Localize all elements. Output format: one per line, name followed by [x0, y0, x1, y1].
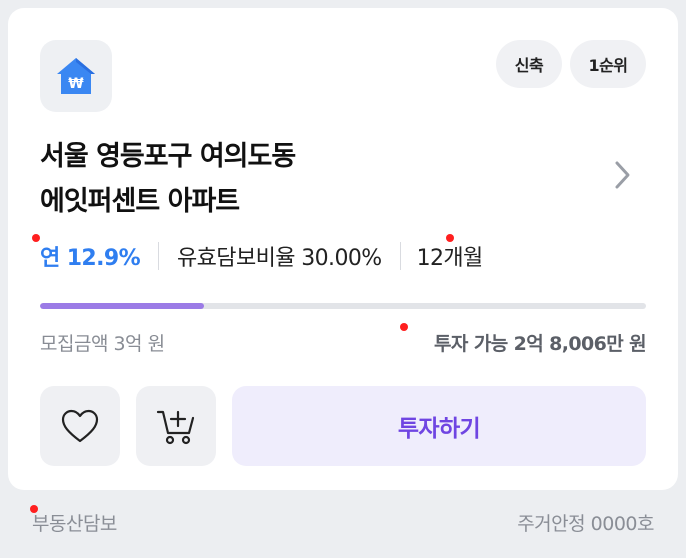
cart-add-icon	[156, 410, 195, 445]
heart-icon	[61, 409, 99, 443]
product-card[interactable]: ₩ 신축 1순위 서울 영등포구 여의도동 에잇퍼센트 아파트 연 12.9% …	[8, 8, 678, 490]
invest-button[interactable]: 투자하기	[232, 386, 646, 466]
badge-new-build: 신축	[496, 40, 562, 88]
funding-progress-bar	[40, 303, 646, 309]
product-title[interactable]: 서울 영등포구 여의도동 에잇퍼센트 아파트	[40, 134, 580, 224]
loan-period: 12개월	[416, 246, 484, 271]
annual-rate: 연 12.9%	[40, 246, 141, 271]
marker-dot	[30, 505, 38, 513]
product-icon-tile: ₩	[40, 40, 112, 112]
funding-progress-fill	[40, 303, 204, 309]
like-button[interactable]	[40, 386, 120, 466]
key-stats: 연 12.9% 유효담보비율 30.00% 12개월	[40, 238, 483, 274]
product-title-line1: 서울 영등포구 여의도동	[40, 141, 296, 172]
marker-dot	[446, 234, 454, 242]
certification-number: 주거안정 0000호	[517, 513, 654, 535]
marker-dot	[32, 234, 40, 242]
add-to-cart-button[interactable]	[136, 386, 216, 466]
collateral-type: 부동산담보	[32, 513, 117, 535]
marker-dot	[400, 323, 408, 331]
chevron-right-icon[interactable]	[614, 160, 632, 190]
raise-amount: 모집금액 3억 원	[40, 333, 165, 355]
available-amount: 투자 가능 2억 8,006만 원	[434, 333, 647, 355]
house-won-icon: ₩	[57, 58, 95, 94]
ltv-ratio: 유효담보비율 30.00%	[177, 246, 382, 271]
svg-text:₩: ₩	[68, 76, 84, 92]
stat-divider	[158, 242, 160, 270]
badge-first-lien: 1순위	[570, 40, 646, 88]
product-title-line2: 에잇퍼센트 아파트	[40, 186, 240, 217]
stat-divider	[399, 242, 401, 270]
